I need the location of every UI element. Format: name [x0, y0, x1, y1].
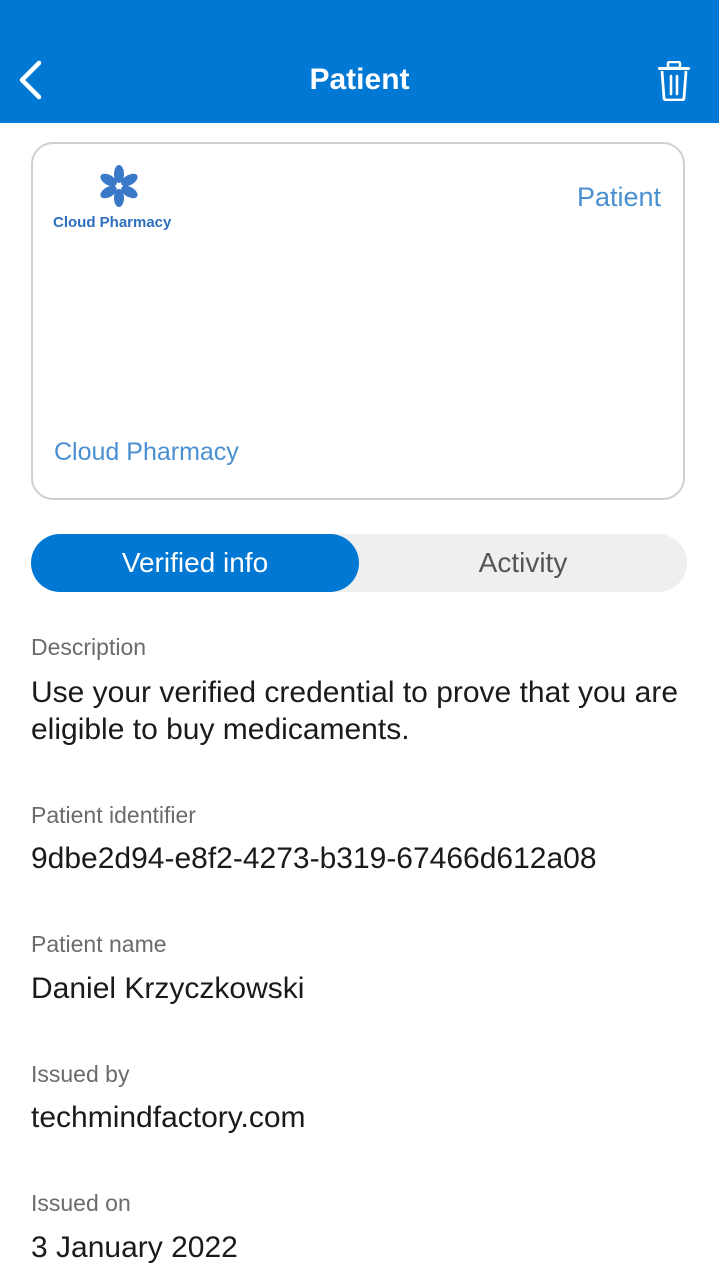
top-app-bar: Patient — [0, 0, 719, 123]
tab-activity[interactable]: Activity — [359, 534, 687, 592]
patient-identifier-label: Patient identifier — [31, 802, 196, 828]
credential-issuer: Cloud Pharmacy — [54, 438, 239, 466]
delete-button[interactable] — [651, 56, 697, 106]
issued-on-label: Issued on — [31, 1190, 131, 1216]
logo-text: Cloud Pharmacy — [53, 214, 172, 231]
cloud-pharmacy-logo: Cloud Pharmacy — [53, 162, 183, 242]
credential-type: Patient — [576, 182, 661, 212]
issued-by-value: techmindfactory.com — [31, 1101, 306, 1134]
patient-name-value: Daniel Krzyczkowski — [31, 972, 305, 1005]
issued-on-value: 3 January 2022 — [31, 1231, 238, 1264]
description-value: Use your verified credential to prove th… — [31, 676, 679, 746]
issued-by-label: Issued by — [31, 1061, 130, 1087]
credential-card[interactable]: Cloud Pharmacy Patient Cloud Pharmacy — [31, 142, 685, 500]
pinwheel-logo-icon — [100, 165, 138, 207]
description-label: Description — [31, 634, 147, 660]
trash-icon — [658, 61, 690, 101]
patient-identifier-value: 9dbe2d94-e8f2-4273-b319-67466d612a08 — [31, 842, 597, 875]
patient-name-label: Patient name — [31, 931, 167, 957]
tab-verified-info[interactable]: Verified info — [31, 534, 359, 592]
page-title: Patient — [309, 63, 410, 96]
tab-switcher: Verified info Activity — [31, 534, 687, 592]
